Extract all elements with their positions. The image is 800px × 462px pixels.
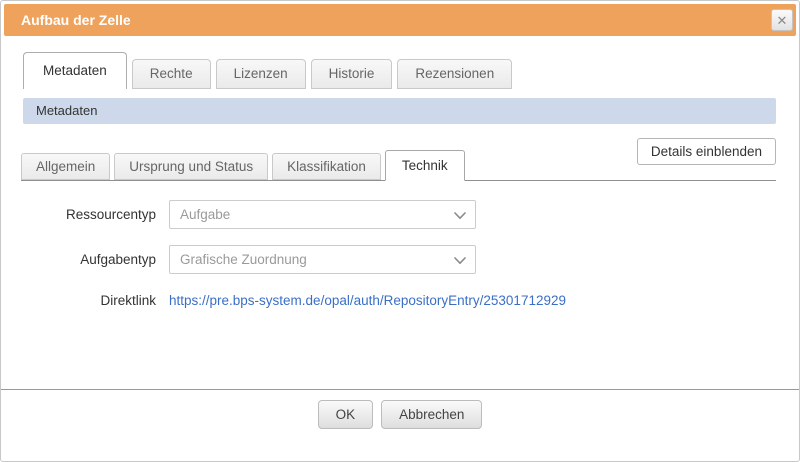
subtab-allgemein[interactable]: Allgemein [21, 153, 111, 180]
tab-historie[interactable]: Historie [310, 59, 393, 89]
subtab-technik[interactable]: Technik [384, 150, 465, 181]
ok-button[interactable]: OK [317, 400, 374, 429]
dialog-title: Aufbau der Zelle [21, 12, 131, 28]
cancel-button[interactable]: Abbrechen [381, 400, 483, 429]
footer-divider [1, 389, 799, 390]
section-header-label: Metadaten [36, 103, 98, 118]
subtab-ursprung-und-status[interactable]: Ursprung und Status [114, 153, 269, 180]
ressourcentyp-select[interactable]: Aufgabe [169, 200, 476, 229]
aufgabentyp-select[interactable]: Grafische Zuordnung [169, 245, 476, 274]
direktlink-label: Direktlink [100, 293, 156, 308]
tab-rezensionen[interactable]: Rezensionen [397, 59, 513, 89]
tab-rechte[interactable]: Rechte [131, 59, 211, 89]
ressourcentyp-value: Aufgabe [180, 207, 231, 222]
subtab-klassifikation[interactable]: Klassifikation [272, 153, 381, 180]
aufgabentyp-value: Grafische Zuordnung [180, 252, 307, 267]
tab-lizenzen[interactable]: Lizenzen [215, 59, 306, 89]
chevron-down-icon [454, 257, 466, 264]
direktlink-url[interactable]: https://pre.bps-system.de/opal/auth/Repo… [169, 293, 566, 308]
dialog-titlebar: Aufbau der Zelle ✕ [4, 4, 796, 36]
main-tab-bar: Metadaten Rechte Lizenzen Historie Rezen… [23, 51, 517, 89]
close-icon: ✕ [776, 12, 788, 28]
aufgabentyp-label: Aufgabentyp [80, 252, 156, 267]
section-header-metadaten: Metadaten [23, 98, 776, 124]
ressourcentyp-label: Ressourcentyp [65, 207, 156, 222]
dialog-aufbau-der-zelle: Aufbau der Zelle ✕ Metadaten Rechte Lize… [0, 0, 800, 462]
close-button[interactable]: ✕ [771, 9, 793, 31]
sub-tab-bar: Allgemein Ursprung und Status Klassifika… [21, 149, 776, 181]
tab-metadaten[interactable]: Metadaten [23, 52, 127, 89]
chevron-down-icon [454, 212, 466, 219]
footer-button-bar: OK Abbrechen [1, 400, 799, 429]
